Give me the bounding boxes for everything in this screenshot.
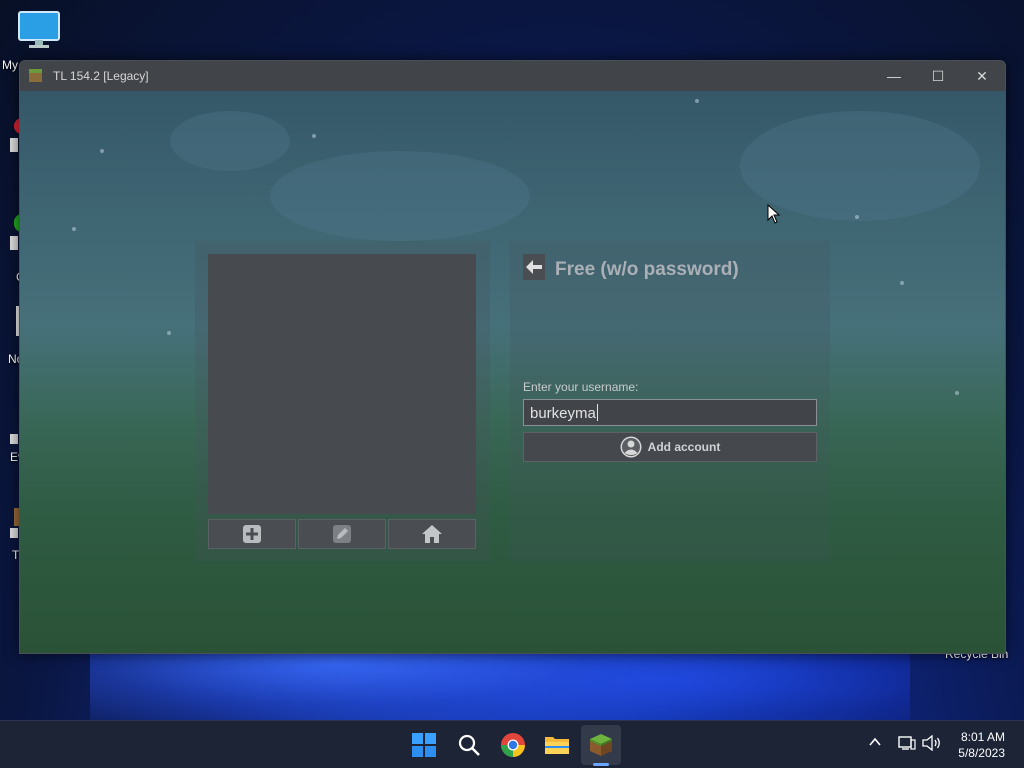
- minecraft-grass-block-icon: [590, 734, 612, 756]
- folder-icon: [545, 737, 569, 754]
- taskbar: 8:01 AM 5/8/2023: [0, 720, 1024, 768]
- username-value: burkeyma: [530, 405, 596, 422]
- chrome-button[interactable]: [499, 731, 527, 759]
- account-list[interactable]: [208, 254, 476, 514]
- close-button[interactable]: ✕: [960, 61, 1004, 91]
- panel-title: Free (w/o password): [555, 259, 739, 280]
- add-account-button[interactable]: [208, 519, 296, 549]
- desktop-icon-this-pc[interactable]: [17, 10, 61, 50]
- minimize-button[interactable]: —: [872, 61, 916, 91]
- add-account-label: Add account: [647, 440, 721, 454]
- launcher-app-icon: [29, 69, 42, 82]
- chevron-up-icon: [869, 737, 881, 746]
- active-app-indicator: [593, 763, 609, 766]
- clock[interactable]: 8:01 AM 5/8/2023: [958, 729, 1005, 761]
- volume-button[interactable]: [922, 734, 942, 754]
- monitor-icon: [18, 11, 60, 48]
- clock-time: 8:01 AM: [960, 730, 1005, 744]
- maximize-button[interactable]: ☐: [916, 61, 960, 91]
- username-input[interactable]: burkeyma: [523, 399, 817, 426]
- network-icon: [898, 736, 916, 750]
- text-caret: [596, 404, 598, 421]
- title-bar[interactable]: TL 154.2 [Legacy] — ☐ ✕: [20, 61, 1005, 91]
- desktop-icon-label: My: [2, 58, 18, 72]
- network-status-button[interactable]: [898, 735, 916, 754]
- show-hidden-icons-button[interactable]: [868, 735, 882, 752]
- arrow-left-icon: [526, 260, 542, 274]
- launcher-taskbar-button[interactable]: [587, 731, 615, 759]
- pencil-icon: [333, 525, 351, 543]
- back-button[interactable]: [523, 254, 545, 280]
- edit-account-button[interactable]: [298, 519, 386, 549]
- chrome-icon: [501, 733, 525, 757]
- file-explorer-button[interactable]: [543, 731, 571, 759]
- account-list-panel: [195, 241, 490, 561]
- search-button[interactable]: [455, 731, 483, 759]
- home-button[interactable]: [388, 519, 476, 549]
- start-button[interactable]: [410, 731, 438, 759]
- speaker-icon: [922, 734, 940, 752]
- search-icon: [458, 734, 480, 756]
- mouse-cursor-icon: [767, 204, 781, 224]
- launcher-window: TL 154.2 [Legacy] — ☐ ✕ Free (w/o passwo…: [19, 60, 1006, 654]
- add-account-panel: Free (w/o password) Enter your username:…: [510, 241, 830, 561]
- windows-start-icon: [412, 733, 436, 757]
- clock-date: 5/8/2023: [958, 746, 1005, 760]
- user-avatar-icon: [620, 436, 642, 458]
- window-title: TL 154.2 [Legacy]: [53, 69, 149, 83]
- plus-icon: [243, 525, 261, 543]
- account-toolbar: [208, 519, 478, 549]
- username-label: Enter your username:: [523, 380, 639, 394]
- launcher-background: Free (w/o password) Enter your username:…: [20, 91, 1005, 653]
- home-icon: [422, 525, 442, 543]
- add-account-submit-button[interactable]: Add account: [523, 432, 817, 462]
